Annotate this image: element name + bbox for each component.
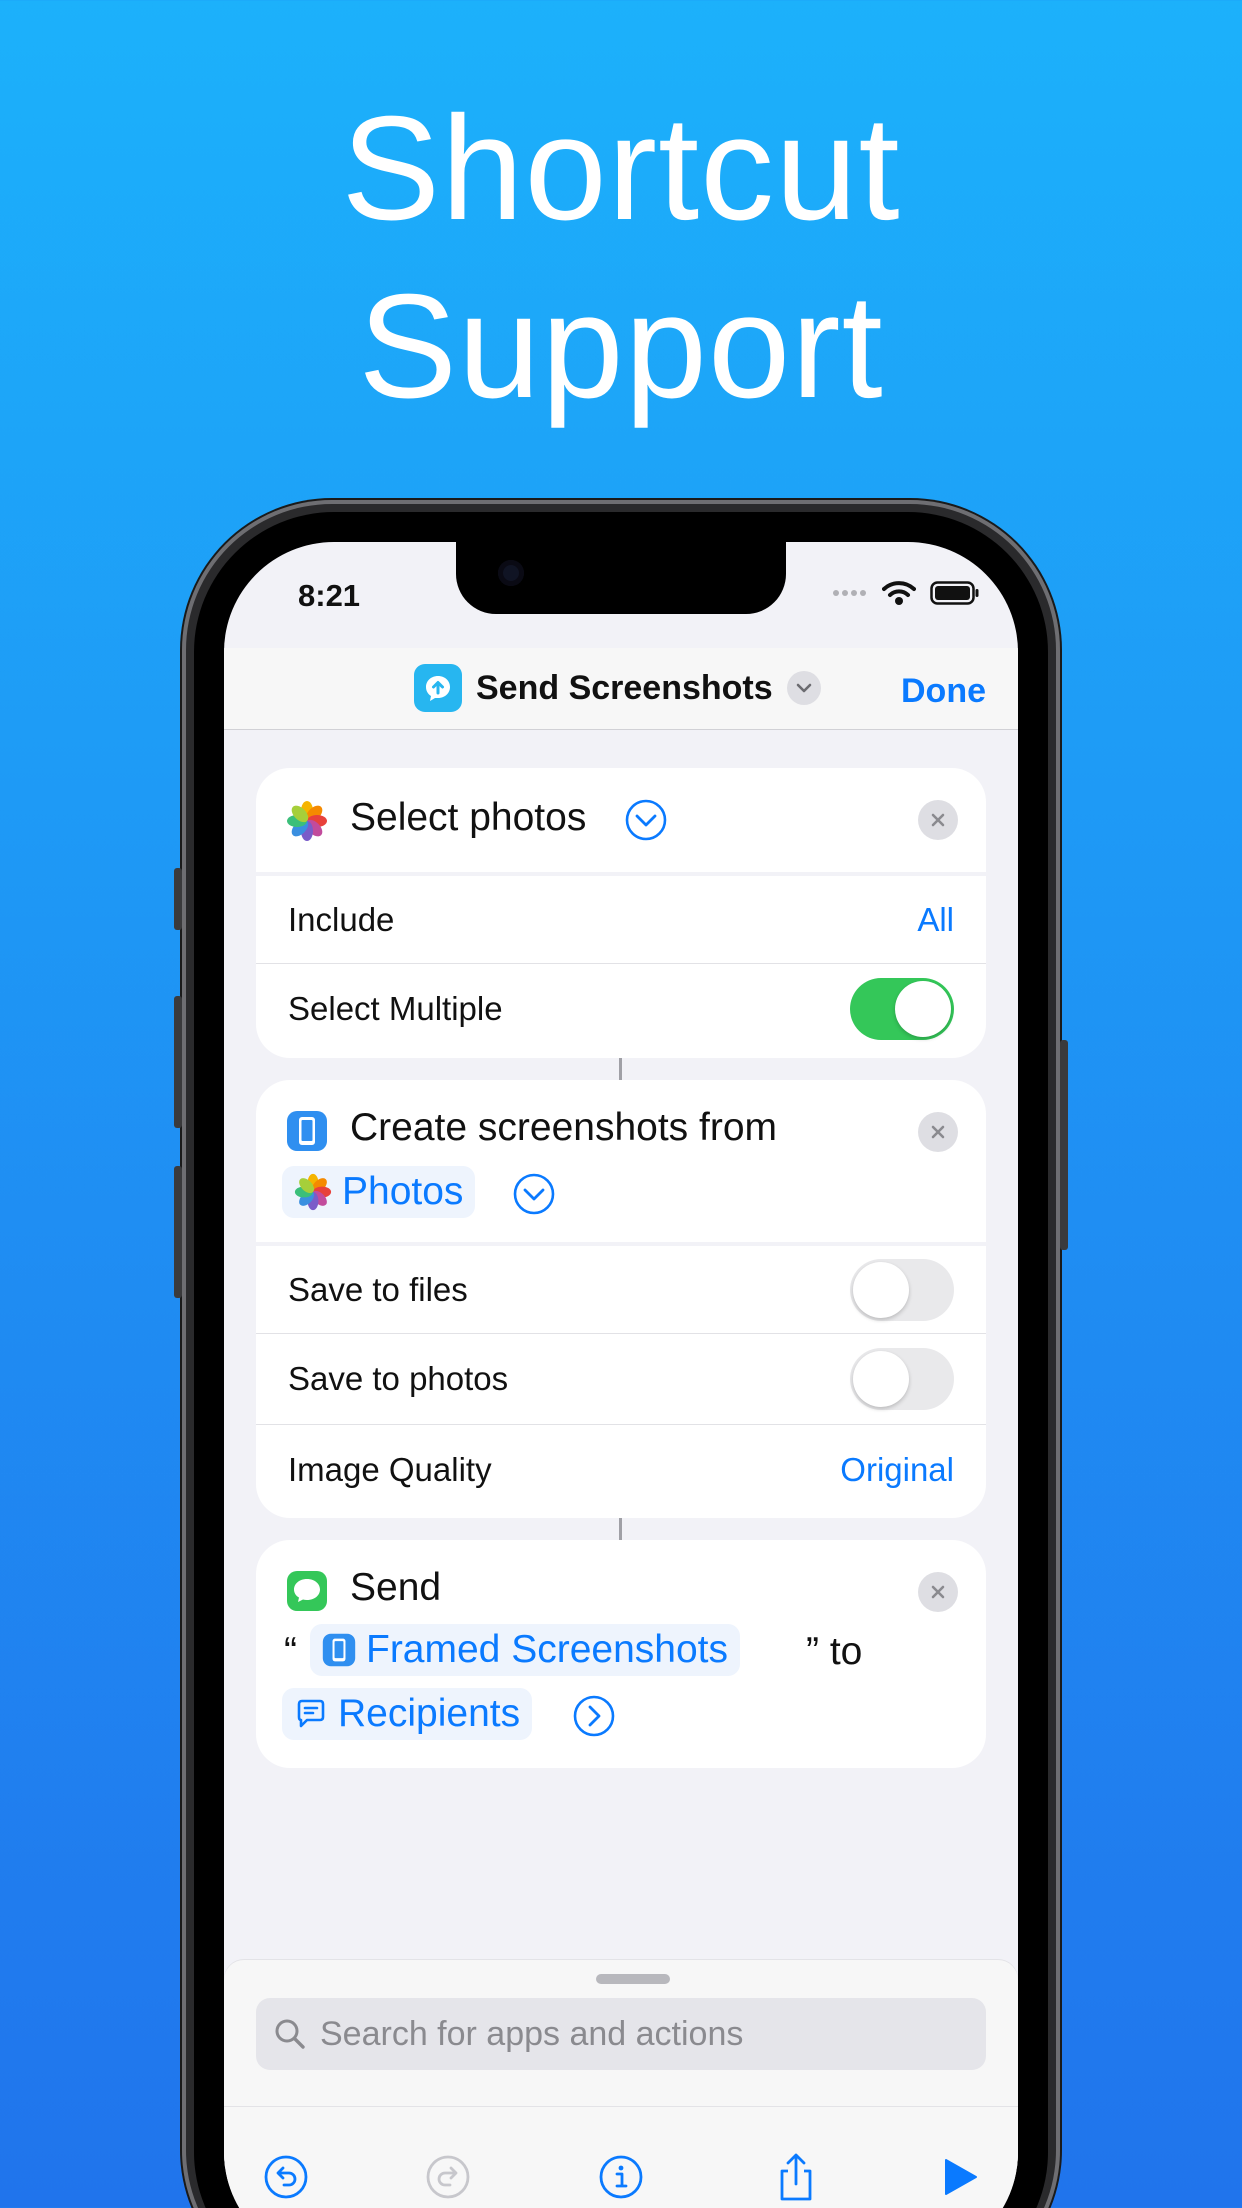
select-multiple-row: Select Multiple (256, 963, 986, 1054)
silent-switch (174, 868, 182, 930)
volume-up-button (174, 996, 182, 1128)
include-label: Include (288, 900, 395, 938)
remove-action-button[interactable] (918, 1572, 958, 1612)
battery-icon (930, 581, 979, 605)
headline-line-1: Shortcut (341, 86, 901, 251)
undo-icon[interactable] (258, 2149, 314, 2205)
remove-action-button[interactable] (918, 1112, 958, 1152)
redo-icon[interactable] (420, 2149, 476, 2205)
info-icon[interactable] (593, 2149, 649, 2205)
include-row[interactable]: Include All (256, 872, 986, 963)
select-photos-title: Select photos (350, 796, 587, 839)
volume-down-button (174, 1166, 182, 1298)
action-search-sheet: Search for apps and actions (224, 1960, 1018, 2208)
shortcut-app-icon (414, 664, 462, 712)
shortcut-title: Send Screenshots (476, 668, 773, 707)
framed-app-icon (322, 1633, 356, 1667)
recipients-token-label: Recipients (338, 1692, 521, 1735)
headline: Shortcut Support (0, 80, 1242, 436)
include-value[interactable]: All (917, 901, 954, 939)
power-button (1060, 1040, 1068, 1250)
nav-bar: Send Screenshots Done (224, 648, 1018, 730)
photos-token[interactable]: Photos (282, 1166, 476, 1218)
sheet-grabber[interactable] (596, 1974, 670, 1984)
open-quote: “ (284, 1630, 297, 1673)
select-photos-header: Select photos (256, 768, 986, 872)
framed-screenshots-token-label: Framed Screenshots (366, 1628, 728, 1671)
messages-app-icon (287, 1571, 327, 1611)
status-icons (832, 580, 980, 606)
expand-chevron-icon[interactable] (624, 798, 668, 842)
message-bubble-icon (297, 1699, 325, 1728)
headline-line-2: Support (358, 264, 884, 429)
action-connector (619, 1518, 622, 1540)
save-to-files-label: Save to files (288, 1270, 468, 1308)
send-message-action[interactable]: Send “ Framed Screenshots ” to Recipient… (256, 1540, 986, 1768)
search-placeholder: Search for apps and actions (320, 2014, 744, 2053)
done-button[interactable]: Done (901, 672, 986, 711)
wifi-icon (882, 581, 916, 605)
expand-chevron-icon[interactable] (512, 1172, 556, 1216)
photos-token-label: Photos (342, 1170, 464, 1213)
save-to-photos-row: Save to photos (256, 1333, 986, 1424)
image-quality-value[interactable]: Original (840, 1451, 954, 1489)
phone-screen: 8:21 Send Screenshots Done Select photos… (224, 542, 1018, 2208)
search-icon (275, 2019, 305, 2049)
save-to-files-row: Save to files (256, 1242, 986, 1333)
chevron-down-icon[interactable] (786, 671, 821, 705)
create-screenshots-header: Create screenshots from Photos (256, 1080, 986, 1242)
notch (456, 542, 786, 614)
image-quality-row[interactable]: Image Quality Original (256, 1424, 986, 1515)
photos-app-icon (287, 801, 327, 841)
editor-toolbar (224, 2106, 1018, 2208)
status-time: 8:21 (298, 578, 361, 613)
select-multiple-label: Select Multiple (288, 990, 503, 1027)
shortcut-title-menu[interactable]: Send Screenshots (414, 664, 821, 712)
cellular-signal-icon (833, 590, 866, 596)
send-title: Send (350, 1566, 442, 1609)
close-quote-to: ” to (806, 1630, 863, 1673)
chevron-right-circle-icon[interactable] (572, 1694, 616, 1738)
image-quality-label: Image Quality (288, 1451, 492, 1488)
select-multiple-toggle[interactable] (850, 978, 954, 1040)
recipients-token[interactable]: Recipients (282, 1688, 533, 1740)
photos-app-icon (294, 1173, 332, 1211)
search-field[interactable]: Search for apps and actions (256, 1998, 986, 2070)
save-to-files-toggle[interactable] (850, 1258, 954, 1321)
select-photos-action[interactable]: Select photos Include All Select Multipl… (256, 768, 986, 1058)
framed-app-icon (287, 1111, 327, 1151)
play-icon[interactable] (932, 2149, 988, 2205)
create-screenshots-title: Create screenshots from (350, 1106, 778, 1149)
save-to-photos-toggle[interactable] (850, 1348, 954, 1410)
front-camera (498, 560, 524, 586)
share-icon[interactable] (768, 2149, 824, 2205)
remove-action-button[interactable] (918, 800, 958, 840)
save-to-photos-label: Save to photos (288, 1360, 509, 1397)
framed-screenshots-token[interactable]: Framed Screenshots (310, 1624, 740, 1676)
create-screenshots-action[interactable]: Create screenshots from Photos Save to f… (256, 1080, 986, 1518)
action-connector (619, 1058, 622, 1080)
